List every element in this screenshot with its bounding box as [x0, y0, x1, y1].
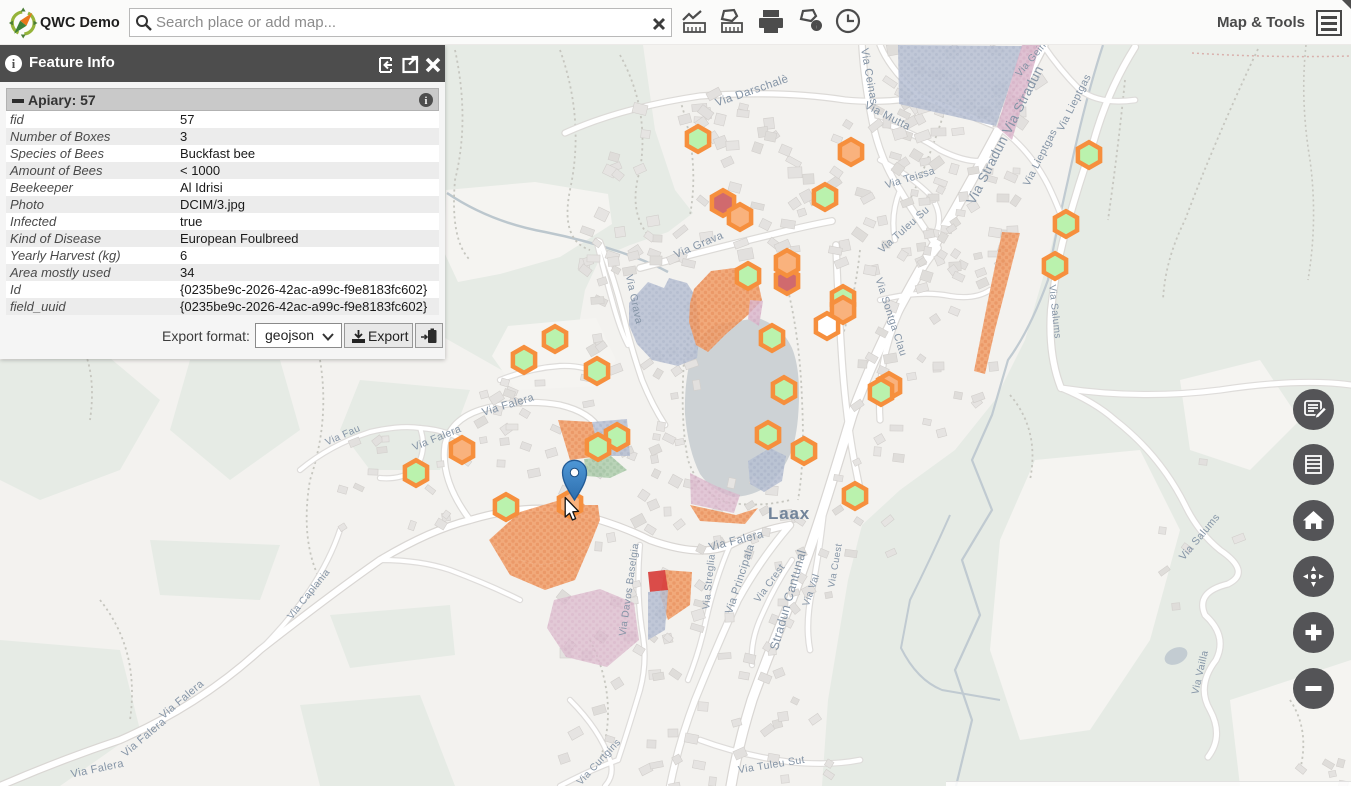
svg-text:i: i — [425, 96, 428, 107]
svg-text:i: i — [12, 57, 16, 71]
svg-text:Laax: Laax — [768, 504, 810, 523]
